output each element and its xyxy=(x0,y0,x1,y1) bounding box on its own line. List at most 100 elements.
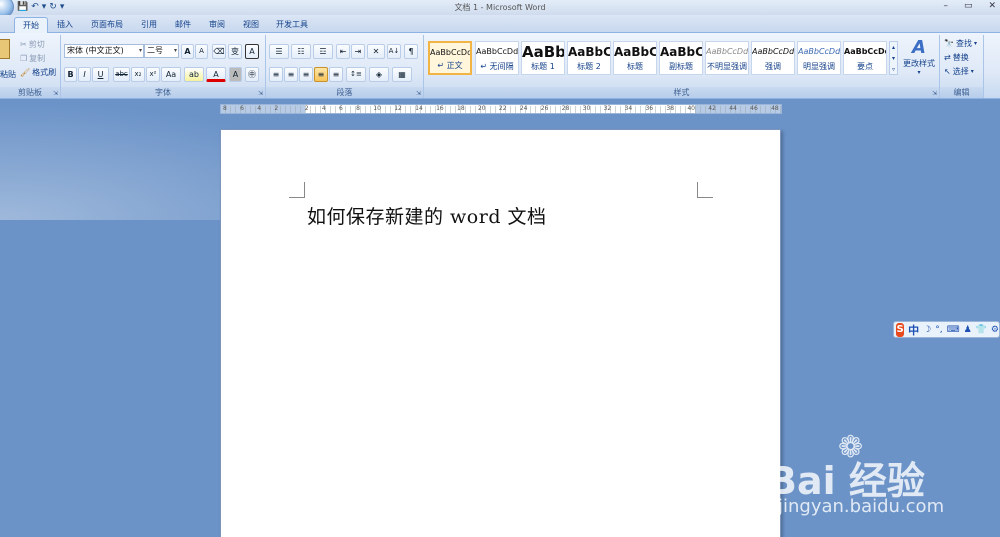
line-spacing-button[interactable]: ↕≡ xyxy=(346,67,366,82)
subscript-button[interactable]: x₂ xyxy=(131,67,145,82)
find-button[interactable]: 🔭 查找 ▾ xyxy=(944,38,977,49)
style-tile-heading-2[interactable]: AaBbC 标题 2 xyxy=(567,41,611,75)
skin-icon[interactable]: 👕 xyxy=(976,325,987,335)
shrink-font-button[interactable]: A xyxy=(195,44,208,59)
style-tile-heading-1[interactable]: AaBb 标题 1 xyxy=(521,41,565,75)
tab-view[interactable]: 视图 xyxy=(236,17,266,33)
paste-icon[interactable] xyxy=(0,39,10,59)
maximize-button[interactable]: ▭ xyxy=(964,1,973,11)
replace-icon: ⇄ xyxy=(944,53,951,62)
document-body-text[interactable]: 如何保存新建的 word 文档 xyxy=(307,202,547,229)
sort-button[interactable]: A↓ xyxy=(387,44,401,59)
tab-review[interactable]: 审阅 xyxy=(202,17,232,33)
style-sample: AaBbCcDd xyxy=(430,48,470,57)
style-tile-no-spacing[interactable]: AaBbCcDd ↵ 无间隔 xyxy=(475,41,519,75)
align-right-button[interactable]: ≡ xyxy=(299,67,313,82)
highlight-button[interactable]: ab xyxy=(184,67,204,82)
style-sample: AaBbCcDd xyxy=(752,47,794,56)
document-page[interactable]: 如何保存新建的 word 文档 xyxy=(220,129,781,537)
more-icon[interactable]: ▿ xyxy=(890,64,897,75)
styles-launcher-icon[interactable]: ⇲ xyxy=(932,90,937,97)
ruler-number: 38 xyxy=(666,105,675,112)
ime-toolbar[interactable]: S 中 ☽ °, ⌨ ♟ 👕 ⚙ xyxy=(893,321,1000,338)
ime-language-toggle[interactable]: 中 xyxy=(908,322,919,338)
ruler-number: 30 xyxy=(582,105,591,112)
keyboard-icon[interactable]: ⌨ xyxy=(947,325,960,335)
style-tile-normal[interactable]: AaBbCcDd ↵ 正文 xyxy=(428,41,472,75)
styles-scroll[interactable]: ▴ ▾ ▿ xyxy=(889,41,898,75)
window-controls: – ▭ ✕ xyxy=(943,1,996,11)
chevron-down-icon[interactable]: ▾ xyxy=(890,53,897,64)
grow-font-button[interactable]: A xyxy=(181,44,194,59)
shading-button[interactable]: ◈ xyxy=(369,67,389,82)
multilevel-list-button[interactable]: ☲ xyxy=(313,44,333,59)
underline-button[interactable]: U xyxy=(92,67,109,82)
strikethrough-button[interactable]: abc xyxy=(113,67,130,82)
style-tile-strong[interactable]: AaBbCcDd 要点 xyxy=(843,41,887,75)
replace-button[interactable]: ⇄ 替换 xyxy=(944,52,969,63)
tab-home[interactable]: 开始 xyxy=(14,17,48,33)
chinese-layout-button[interactable]: ✕ xyxy=(367,44,385,59)
ruler-number: 4 xyxy=(257,105,262,112)
copy-button[interactable]: ❐ 复制 xyxy=(20,53,45,64)
style-tile-title[interactable]: AaBbC 标题 xyxy=(613,41,657,75)
horizontal-ruler[interactable]: 8 6 4 2 2 4 6 8 10 12 14 16 18 20 22 24 26 28 30 32 34 36 38 40… xyxy=(220,104,782,114)
font-launcher-icon[interactable]: ⇲ xyxy=(258,90,263,97)
show-marks-button[interactable]: ¶ xyxy=(404,44,418,59)
phonetic-guide-button[interactable]: 变 xyxy=(228,44,242,59)
change-styles-button[interactable]: A 更改样式 ▾ xyxy=(900,37,938,85)
borders-button[interactable]: ▦ xyxy=(392,67,412,82)
chevron-down-icon: ▾ xyxy=(138,47,142,54)
numbering-button[interactable]: ☷ xyxy=(291,44,311,59)
chevron-up-icon[interactable]: ▴ xyxy=(890,42,897,53)
style-sample: AaBbCcDd xyxy=(844,47,886,56)
tab-references[interactable]: 引用 xyxy=(134,17,164,33)
bullets-button[interactable]: ☰ xyxy=(269,44,289,59)
user-icon[interactable]: ♟ xyxy=(964,325,972,335)
half-width-icon[interactable]: ☽ xyxy=(923,325,931,335)
justify-button[interactable]: ≡ xyxy=(314,67,328,82)
ruler-number: 14 xyxy=(415,105,423,112)
tab-mailings[interactable]: 邮件 xyxy=(168,17,198,33)
punctuation-icon[interactable]: °, xyxy=(935,325,942,335)
ruler-number: 36 xyxy=(645,105,654,112)
clipboard-launcher-icon[interactable]: ⇲ xyxy=(53,90,58,97)
change-case-button[interactable]: Aa xyxy=(161,67,181,82)
align-center-button[interactable]: ≡ xyxy=(284,67,298,82)
superscript-button[interactable]: x² xyxy=(146,67,160,82)
style-tile-emphasis[interactable]: AaBbCcDd 强调 xyxy=(751,41,795,75)
align-left-button[interactable]: ≡ xyxy=(269,67,283,82)
ruler-number: 8 xyxy=(223,105,227,112)
paragraph-launcher-icon[interactable]: ⇲ xyxy=(416,90,421,97)
cut-button[interactable]: ✂ 剪切 xyxy=(20,39,45,50)
style-name: 明显强调 xyxy=(803,62,835,71)
font-color-button[interactable]: A xyxy=(206,67,226,82)
font-group-label: 字体 xyxy=(61,87,265,98)
bold-button[interactable]: B xyxy=(64,67,77,82)
sogou-logo-icon[interactable]: S xyxy=(896,322,905,337)
paste-button[interactable]: 粘贴 xyxy=(0,69,16,80)
find-label: 查找 xyxy=(955,39,972,48)
style-tile-intense-emphasis[interactable]: AaBbCcDd 明显强调 xyxy=(797,41,841,75)
font-name-select[interactable]: 宋体 (中文正文) ▾ xyxy=(64,44,144,58)
enclose-char-button[interactable]: ㊥ xyxy=(245,67,259,82)
tab-developer[interactable]: 开发工具 xyxy=(270,17,314,33)
settings-icon[interactable]: ⚙ xyxy=(991,325,999,335)
style-tile-subtitle[interactable]: AaBbC 副标题 xyxy=(659,41,703,75)
minimize-button[interactable]: – xyxy=(943,1,948,11)
italic-button[interactable]: I xyxy=(78,67,91,82)
select-button[interactable]: ↖ 选择 ▾ xyxy=(944,66,974,77)
close-button[interactable]: ✕ xyxy=(988,1,996,11)
char-shading-button[interactable]: A xyxy=(229,67,242,82)
font-size-select[interactable]: 二号 ▾ xyxy=(144,44,179,58)
distributed-button[interactable]: ≡ xyxy=(329,67,343,82)
tab-insert[interactable]: 插入 xyxy=(50,17,80,33)
format-painter-button[interactable]: 🖌 格式刷 xyxy=(20,67,56,78)
tab-page-layout[interactable]: 页面布局 xyxy=(84,17,130,33)
char-border-button[interactable]: A xyxy=(245,44,259,59)
window-title: 文档 1 - Microsoft Word xyxy=(454,3,546,12)
decrease-indent-button[interactable]: ⇤ xyxy=(336,44,350,59)
clear-format-button[interactable]: ⌫ xyxy=(212,44,226,59)
style-tile-subtle-emphasis[interactable]: AaBbCcDd 不明显强调 xyxy=(705,41,749,75)
increase-indent-button[interactable]: ⇥ xyxy=(351,44,365,59)
